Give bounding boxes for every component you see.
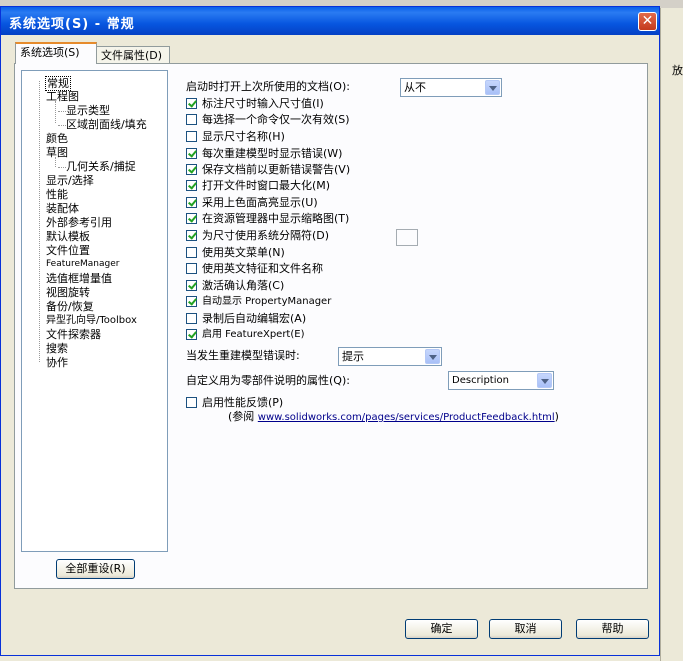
checkbox-box[interactable]	[186, 197, 197, 208]
tree-item-relations-snaps[interactable]: 几何关系/捕捉	[66, 160, 136, 173]
tree-item-external-references[interactable]: 外部参考引用	[46, 216, 112, 229]
tree-item-general[interactable]: 常规	[45, 76, 71, 91]
part-description-label: 自定义用为零部件说明的属性(Q):	[186, 374, 350, 387]
tree-connector	[55, 101, 56, 123]
checkbox-box[interactable]	[186, 164, 197, 175]
checkbox-label: 使用英文菜单(N)	[202, 246, 285, 259]
checkbox-box[interactable]	[186, 114, 197, 125]
tree-item-spin-box-increments[interactable]: 选值框增量值	[46, 272, 112, 285]
checkbox-label: 标注尺寸时输入尺寸值(I)	[202, 97, 324, 110]
open-last-doc-label: 启动时打开上次所使用的文档(O):	[186, 80, 350, 93]
checkbox-label: 启用性能反馈(P)	[202, 396, 284, 409]
tree-item-file-explorer[interactable]: 文件探索器	[46, 328, 101, 341]
checkbox-label: 保存文档前以更新错误警告(V)	[202, 163, 351, 176]
tree-item-default-templates[interactable]: 默认模板	[46, 230, 90, 243]
tree-item-file-locations[interactable]: 文件位置	[46, 244, 90, 257]
checkbox-label: 录制后自动编辑宏(A)	[202, 312, 307, 325]
ok-button[interactable]: 确定	[405, 619, 478, 639]
checkbox-label: 激活确认角落(C)	[202, 279, 285, 292]
checkbox-box[interactable]	[186, 280, 197, 291]
tab-document-properties[interactable]: 文件属性(D)	[96, 46, 170, 64]
tree-connector	[39, 81, 40, 362]
feedback-link[interactable]: www.solidworks.com/pages/services/Produc…	[258, 412, 555, 423]
checkbox-label: 为尺寸使用系统分隔符(D)	[202, 229, 330, 242]
feedback-see-text: (参阅 www.solidworks.com/pages/services/Pr…	[228, 410, 559, 424]
tree-item-performance[interactable]: 性能	[46, 188, 68, 201]
tree-item-colors[interactable]: 颜色	[46, 132, 68, 145]
checkbox-box[interactable]	[186, 296, 197, 307]
checkbox-box[interactable]	[186, 148, 197, 159]
checkbox-label: 启用 FeatureXpert(E)	[202, 329, 305, 340]
checkbox-box[interactable]	[186, 213, 197, 224]
tree-item-collaboration[interactable]: 协作	[46, 356, 68, 369]
checkbox-label: 打开文件时窗口最大化(M)	[202, 179, 331, 192]
checkbox-label: 在资源管理器中显示缩略图(T)	[202, 212, 350, 225]
checkbox-label: 每次重建模型时显示错误(W)	[202, 147, 343, 160]
checkbox-box[interactable]	[186, 98, 197, 109]
checkbox-label: 显示尺寸名称(H)	[202, 130, 285, 143]
checkbox-box[interactable]	[186, 397, 197, 408]
tree-connector	[58, 111, 66, 112]
tree-item-display-type[interactable]: 显示类型	[66, 104, 110, 117]
tree-item-search[interactable]: 搜索	[46, 342, 68, 355]
tree-connector	[58, 167, 66, 168]
tree-item-backup-recover[interactable]: 备份/恢复	[46, 300, 94, 313]
background-window-text: 放	[672, 64, 683, 77]
separator-field	[396, 229, 418, 246]
background-window-edge	[660, 8, 683, 661]
cancel-button[interactable]: 取消	[489, 619, 562, 639]
see-suffix: )	[554, 410, 559, 423]
title-bar[interactable]: 系统选项(S) - 常规 ✕	[1, 7, 659, 35]
reset-all-button[interactable]: 全部重设(R)	[56, 559, 135, 579]
dialog-title: 系统选项(S) - 常规	[9, 17, 135, 32]
checkbox-label: 采用上色面高亮显示(U)	[202, 196, 318, 209]
chevron-down-icon	[537, 373, 552, 388]
rebuild-error-select[interactable]: 提示	[338, 347, 442, 366]
checkbox-box[interactable]	[186, 329, 197, 340]
chevron-down-icon	[485, 80, 500, 95]
checkbox-box[interactable]	[186, 313, 197, 324]
tree-item-hatch-fill[interactable]: 区域剖面线/填充	[66, 118, 147, 131]
checkbox-box[interactable]	[186, 230, 197, 241]
see-prefix: (参阅	[228, 410, 255, 423]
checkbox-box[interactable]	[186, 247, 197, 258]
checkbox-box[interactable]	[186, 263, 197, 274]
tree-item-display-selection[interactable]: 显示/选择	[46, 174, 94, 187]
tab-system-options[interactable]: 系统选项(S)	[15, 42, 97, 64]
checkbox-box[interactable]	[186, 131, 197, 142]
close-button[interactable]: ✕	[638, 12, 657, 31]
help-button[interactable]: 帮助	[576, 619, 649, 639]
open-last-doc-select[interactable]: 从不	[400, 78, 502, 97]
part-description-value: Description	[452, 375, 509, 386]
rebuild-error-value: 提示	[342, 350, 364, 363]
tree-item-featuremanager[interactable]: FeatureManager	[46, 258, 119, 271]
checkbox-box[interactable]	[186, 180, 197, 191]
checkbox-label: 使用英文特征和文件名称	[202, 262, 323, 275]
checkbox-label: 自动显示 PropertyManager	[202, 296, 332, 307]
tree-item-assemblies[interactable]: 装配体	[46, 202, 79, 215]
close-icon: ✕	[641, 13, 654, 29]
tree-connector	[58, 125, 66, 126]
options-tree[interactable]: 常规 工程图 显示类型 区域剖面线/填充 颜色 草图 几何关系/捕捉 显示/选择…	[21, 70, 168, 552]
chevron-down-icon	[425, 349, 440, 364]
tree-item-view-rotation[interactable]: 视图旋转	[46, 286, 90, 299]
open-last-doc-value: 从不	[404, 81, 426, 94]
part-description-select[interactable]: Description	[448, 371, 554, 390]
tree-item-drawings[interactable]: 工程图	[46, 90, 79, 103]
tree-item-sketch[interactable]: 草图	[46, 146, 68, 159]
rebuild-error-label: 当发生重建模型错误时:	[186, 349, 300, 362]
tree-item-hole-wizard-toolbox[interactable]: 异型孔向导/Toolbox	[46, 314, 137, 327]
checkbox-label: 每选择一个命令仅一次有效(S)	[202, 113, 350, 126]
